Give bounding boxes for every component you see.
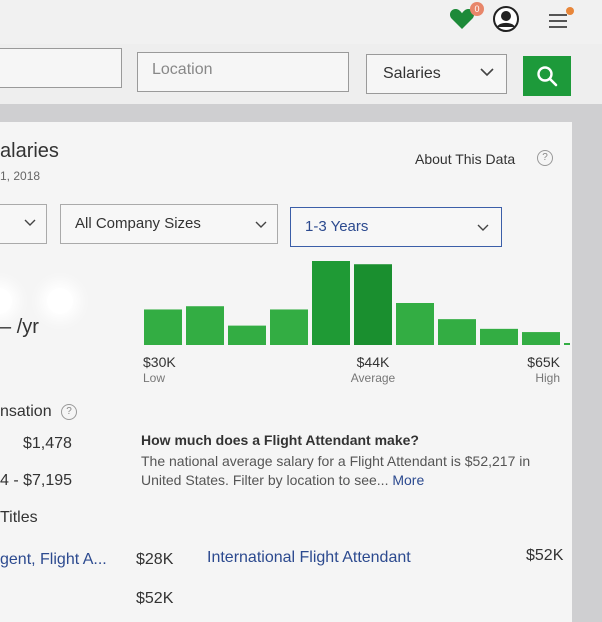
filter-dropdown-partial[interactable] bbox=[0, 204, 47, 244]
info-question: How much does a Flight Attendant make? bbox=[141, 432, 419, 448]
experience-value: 1-3 Years bbox=[305, 218, 369, 235]
search-type-value: Salaries bbox=[383, 65, 441, 82]
info-answer-text: The national average salary for a Flight… bbox=[141, 453, 531, 488]
page-date: 1, 2018 bbox=[0, 169, 41, 183]
company-size-dropdown[interactable]: All Company Sizes bbox=[60, 204, 278, 244]
chevron-down-icon bbox=[255, 221, 267, 228]
help-icon[interactable]: ? bbox=[61, 404, 77, 420]
menu-notification-dot bbox=[566, 7, 574, 15]
job-salary: $52K bbox=[526, 547, 564, 564]
compensation-value: $1,478 bbox=[23, 435, 72, 452]
job-salary: $28K bbox=[136, 551, 174, 568]
help-icon[interactable]: ? bbox=[537, 150, 553, 166]
avatar-icon[interactable] bbox=[493, 6, 519, 32]
titles-heading: Titles bbox=[0, 509, 38, 526]
histogram-marker-label: High bbox=[535, 371, 560, 385]
histogram-bar bbox=[522, 332, 560, 345]
per-year-label: – /yr bbox=[0, 316, 39, 338]
histogram-marker-label: Low bbox=[143, 371, 165, 385]
histogram-bar bbox=[270, 309, 308, 345]
company-size-value: All Company Sizes bbox=[75, 215, 201, 232]
top-bar: 0 bbox=[0, 0, 602, 44]
histogram-marker-label: Average bbox=[351, 371, 396, 385]
page-title: alaries bbox=[0, 140, 59, 162]
histogram-bar bbox=[312, 261, 350, 345]
histogram-bar bbox=[228, 325, 266, 345]
job-title-link[interactable]: gent, Flight A... bbox=[0, 551, 107, 569]
histogram-bar bbox=[144, 309, 182, 345]
histogram-bar bbox=[438, 319, 476, 345]
location-input[interactable]: Location bbox=[137, 52, 349, 92]
about-data-link[interactable]: About This Data bbox=[415, 151, 515, 167]
histogram-bar bbox=[564, 343, 570, 345]
hamburger-menu-icon[interactable] bbox=[547, 12, 569, 30]
histogram-bar bbox=[186, 306, 224, 345]
compensation-heading: nsation bbox=[0, 403, 52, 420]
histogram-bar bbox=[396, 303, 434, 345]
search-button[interactable] bbox=[523, 56, 571, 96]
histogram-bar bbox=[480, 328, 518, 345]
job-title-link[interactable]: International Flight Attendant bbox=[207, 549, 411, 567]
search-type-select[interactable]: Salaries bbox=[366, 54, 507, 94]
notification-badge: 0 bbox=[470, 2, 484, 16]
screen-glare bbox=[47, 288, 73, 314]
more-link[interactable]: More bbox=[392, 472, 424, 488]
chevron-down-icon bbox=[480, 68, 494, 77]
histogram-marker-value: $44K bbox=[357, 354, 390, 370]
histogram-bar bbox=[354, 264, 392, 345]
histogram-marker-value: $65K bbox=[527, 354, 560, 370]
compensation-range: 4 - $7,195 bbox=[0, 472, 73, 489]
info-answer: The national average salary for a Flight… bbox=[141, 452, 556, 490]
experience-dropdown[interactable]: 1-3 Years bbox=[290, 207, 502, 247]
salary-histogram: $30KLow $44KAverage $65KHigh bbox=[143, 261, 570, 385]
histogram-marker-value: $30K bbox=[143, 354, 176, 370]
job-salary: $52K bbox=[136, 590, 174, 607]
search-icon bbox=[537, 66, 558, 87]
keyword-input[interactable] bbox=[0, 48, 122, 88]
chevron-down-icon bbox=[24, 219, 36, 226]
chevron-down-icon bbox=[477, 224, 489, 231]
